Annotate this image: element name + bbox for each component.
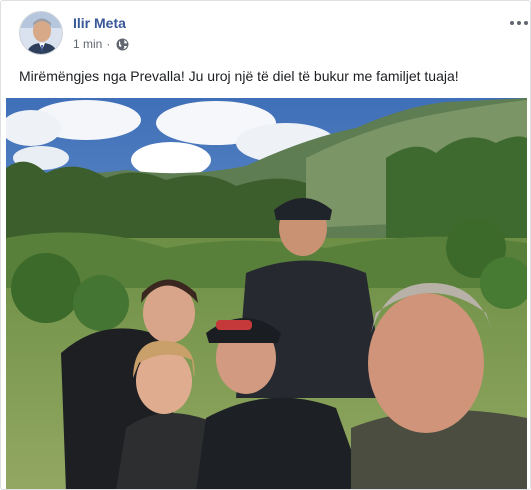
meta-separator: · <box>106 37 111 51</box>
post-card: Ilir Meta 1 min · Mirëmëngjes nga Preval… <box>0 0 531 490</box>
avatar[interactable] <box>19 11 63 55</box>
post-header: Ilir Meta 1 min · <box>19 11 528 55</box>
avatar-image <box>20 12 62 54</box>
globe-icon[interactable] <box>116 38 129 51</box>
author-name[interactable]: Ilir Meta <box>73 15 126 31</box>
dot <box>517 21 521 25</box>
dot <box>524 21 528 25</box>
dot <box>510 21 514 25</box>
post-photo[interactable] <box>6 98 527 489</box>
post-text: Mirëmëngjes nga Prevalla! Ju uroj një të… <box>19 68 459 84</box>
post-timestamp[interactable]: 1 min <box>73 37 102 51</box>
post-meta: 1 min · <box>73 37 129 51</box>
more-options-icon[interactable] <box>507 13 530 33</box>
